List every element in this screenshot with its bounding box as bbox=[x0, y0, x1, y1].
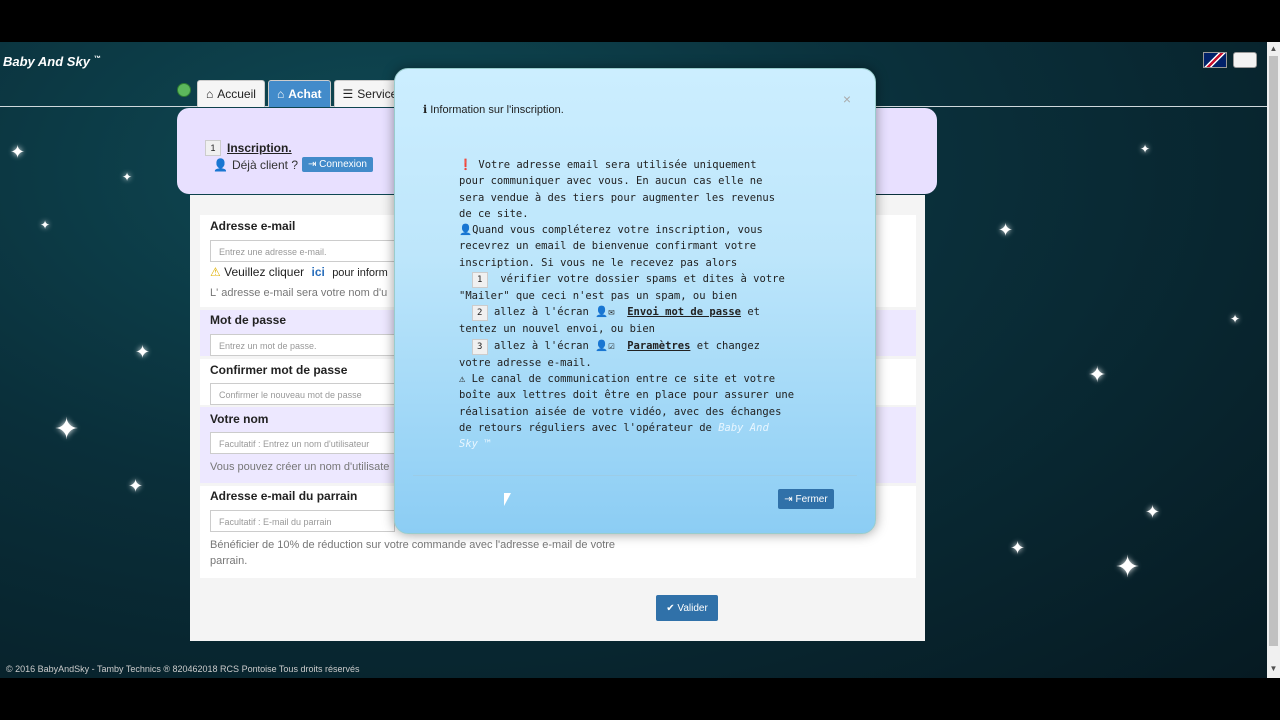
star-icon: ✦ bbox=[10, 142, 26, 162]
submit-button[interactable]: ✔ Valider bbox=[656, 595, 718, 621]
settings-link[interactable]: Paramètres bbox=[627, 340, 690, 352]
warning-icon: ⚠ bbox=[210, 265, 221, 279]
exit-icon: ⇥ bbox=[784, 493, 793, 505]
info-icon: ℹ bbox=[423, 104, 428, 116]
star-icon: ✦ bbox=[1010, 538, 1026, 558]
name-label: Votre nom bbox=[210, 412, 269, 426]
send-password-link[interactable]: Envoi mot de passe bbox=[627, 306, 741, 318]
exclamation-icon: ❗ bbox=[459, 159, 479, 171]
modal-title: ℹ Information sur l'inscription. bbox=[423, 104, 564, 116]
edit-icon: ☑ bbox=[608, 339, 615, 352]
modal-divider bbox=[413, 475, 857, 476]
email-label: Adresse e-mail bbox=[210, 219, 296, 233]
close-modal-button[interactable]: ⇥ Fermer bbox=[778, 489, 834, 509]
star-icon: ✦ bbox=[1145, 502, 1161, 522]
footer-copyright: © 2016 BabyAndSky - Tamby Technics ® 820… bbox=[6, 664, 360, 674]
check-icon: ✔ bbox=[666, 602, 675, 614]
step-title[interactable]: Inscription. bbox=[227, 141, 292, 155]
browser-viewport: ✦ ✦ ✦ ✦ ✦ ✦ ✦ ✦ ✦ ✦ ✦ ✦ ✦ Baby And Sky ™… bbox=[0, 42, 1267, 678]
step-number: 1 bbox=[205, 140, 221, 156]
email-warning: ⚠ Veuillez cliquer ici pour inform bbox=[210, 265, 388, 279]
home-icon: ⌂ bbox=[206, 87, 214, 101]
password-input[interactable]: Entrez un mot de passe. bbox=[210, 334, 395, 356]
star-icon: ✦ bbox=[1230, 312, 1241, 326]
scroll-down-icon[interactable]: ▼ bbox=[1269, 664, 1278, 674]
main-nav: ⌂ Accueil ⌂ Achat ☰ Services bbox=[177, 80, 413, 107]
confirm-password-label: Confirmer mot de passe bbox=[210, 363, 348, 377]
letterbox-bottom bbox=[0, 678, 1280, 720]
letterbox-top bbox=[0, 0, 1280, 42]
star-icon: ✦ bbox=[128, 476, 144, 496]
list-icon: ☰ bbox=[342, 87, 354, 101]
home-icon: ⌂ bbox=[276, 87, 285, 101]
brand-logo[interactable]: Baby And Sky ™ bbox=[3, 54, 101, 69]
sponsor-input[interactable]: Facultatif : E-mail du parrain bbox=[210, 510, 395, 532]
star-icon: ✦ bbox=[40, 218, 51, 232]
connexion-button[interactable]: ⇥ Connexion bbox=[302, 157, 373, 172]
name-help: Vous pouvez créer un nom d'utilisate bbox=[210, 461, 390, 473]
email-input[interactable]: Entrez une adresse e-mail. bbox=[210, 240, 395, 262]
sponsor-help-line2: parrain. bbox=[210, 555, 248, 567]
scroll-up-icon[interactable]: ▲ bbox=[1269, 44, 1278, 54]
star-icon: ✦ bbox=[1140, 142, 1151, 156]
login-icon: ⇥ bbox=[308, 159, 317, 170]
user-icon: 👤 bbox=[213, 157, 228, 172]
star-icon: ✦ bbox=[998, 220, 1014, 240]
scroll-thumb[interactable] bbox=[1269, 56, 1278, 646]
language-switcher bbox=[1203, 52, 1257, 68]
info-modal: ℹ Information sur l'inscription. × ❗ Vot… bbox=[394, 68, 876, 534]
vertical-scrollbar[interactable]: ▲ ▼ bbox=[1267, 42, 1280, 678]
user-icon: 👤 bbox=[459, 224, 473, 237]
sponsor-help-line1: Bénéficier de 10% de réduction sur votre… bbox=[210, 539, 616, 551]
star-icon: ✦ bbox=[54, 413, 80, 446]
user-icon: 👤 bbox=[595, 306, 609, 319]
mouse-cursor-icon bbox=[504, 493, 511, 506]
fr-flag-icon[interactable] bbox=[1233, 52, 1257, 68]
user-icon: 👤 bbox=[595, 339, 609, 352]
uk-flag-icon[interactable] bbox=[1203, 52, 1227, 68]
wizard-step: 1 Inscription. bbox=[205, 140, 292, 156]
name-input[interactable]: Facultatif : Entrez un nom d'utilisateur bbox=[210, 432, 395, 454]
email-info-link[interactable]: ici bbox=[312, 265, 325, 279]
modal-close-button[interactable]: × bbox=[843, 91, 851, 107]
envelope-icon: ✉ bbox=[608, 306, 615, 319]
existing-client-row: 👤 Déjà client ? ⇥ Connexion bbox=[213, 157, 373, 172]
sponsor-label: Adresse e-mail du parrain bbox=[210, 489, 358, 503]
star-icon: ✦ bbox=[135, 342, 151, 362]
tab-accueil[interactable]: ⌂ Accueil bbox=[197, 80, 265, 107]
star-icon: ✦ bbox=[1088, 362, 1107, 387]
modal-body: ❗ Votre adresse email sera utilisée uniq… bbox=[459, 159, 795, 451]
status-dot-icon bbox=[177, 83, 191, 97]
email-help: L' adresse e-mail sera votre nom d'u bbox=[210, 287, 388, 299]
confirm-password-input[interactable]: Confirmer le nouveau mot de passe bbox=[210, 383, 395, 405]
star-icon: ✦ bbox=[1115, 551, 1141, 584]
warning-icon: ⚠ bbox=[459, 372, 472, 385]
star-icon: ✦ bbox=[122, 170, 133, 184]
tab-achat[interactable]: ⌂ Achat bbox=[267, 80, 331, 107]
password-label: Mot de passe bbox=[210, 313, 287, 327]
